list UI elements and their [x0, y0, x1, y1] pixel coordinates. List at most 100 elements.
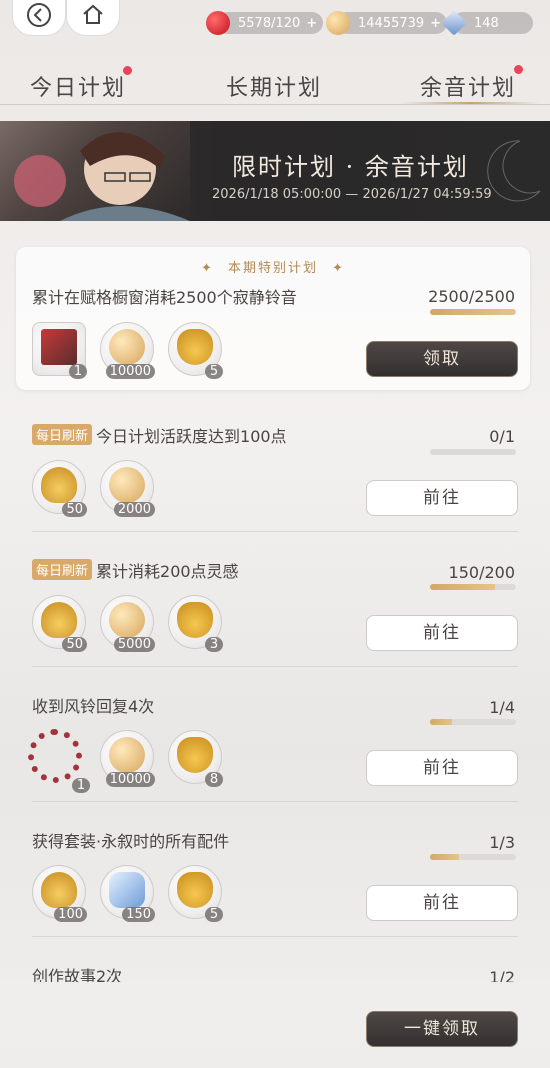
- reward-count: 1: [72, 778, 90, 793]
- tab-daily-label: 今日计划: [30, 76, 127, 101]
- daily-refresh-tag: 每日刷新: [32, 424, 93, 445]
- event-banner: 限时计划 · 余音计划 2026/1/18 05:00:00 — 2026/1/…: [0, 121, 550, 221]
- tab-long-term-label: 长期计划: [226, 76, 323, 101]
- reward-coin[interactable]: 10000: [100, 730, 155, 787]
- gold-coin-icon: [326, 11, 350, 35]
- special-header: ✦ 本期特别计划 ✦: [16, 257, 530, 276]
- reward-coin[interactable]: 2000: [100, 460, 155, 517]
- tab-divider: [0, 104, 550, 105]
- reward-bottle[interactable]: 5: [168, 322, 223, 379]
- divider: [32, 801, 518, 802]
- resource-coin[interactable]: 14455739 +: [326, 10, 448, 36]
- gold-coin-icon: [109, 737, 145, 773]
- task-progress-text: 1/4: [489, 698, 515, 717]
- resource-crystal[interactable]: 148: [441, 10, 533, 36]
- go-button[interactable]: 前往: [366, 885, 518, 921]
- notification-dot: [123, 66, 132, 75]
- claim-all-button[interactable]: 一键领取: [366, 1011, 518, 1047]
- task-progress-bar: [430, 854, 516, 860]
- character-portrait: [0, 121, 190, 221]
- reward-bottle[interactable]: 3: [168, 595, 223, 652]
- reward-count: 5: [205, 364, 223, 379]
- star-icon: ✦: [332, 261, 346, 276]
- reward-coin[interactable]: 5000: [100, 595, 155, 652]
- task-title: 收到风铃回复4次: [32, 693, 154, 717]
- claim-button[interactable]: 领取: [366, 341, 518, 377]
- card-icon: [41, 329, 77, 365]
- task-title: 每日刷新 今日计划活跃度达到100点: [32, 423, 287, 447]
- back-arrow-icon: [27, 3, 51, 27]
- home-button[interactable]: [66, 0, 120, 36]
- tab-daily[interactable]: 今日计划: [30, 70, 126, 102]
- bell-icon: [41, 872, 77, 908]
- gold-bottle-icon: [177, 602, 213, 638]
- bell-icon: [41, 467, 77, 503]
- task-progress-bar: [430, 449, 516, 455]
- reward-count: 2000: [113, 502, 155, 517]
- task-title-label: 今日计划活跃度达到100点: [96, 427, 287, 446]
- task-title-label: 获得套装·永叙时的所有配件: [32, 832, 230, 851]
- reward-bell[interactable]: 100: [32, 865, 87, 922]
- notification-dot: [514, 65, 523, 74]
- star-icon: ✦: [200, 261, 214, 276]
- reward-count: 1: [69, 364, 87, 379]
- task-progress-text: 0/1: [489, 427, 515, 446]
- task-title-label: 累计消耗200点灵感: [96, 562, 239, 581]
- task-title: 获得套装·永叙时的所有配件: [32, 828, 229, 852]
- reward-blue-crystal[interactable]: 150: [100, 865, 155, 922]
- tab-long-term[interactable]: 长期计划: [226, 70, 322, 102]
- go-button[interactable]: 前往: [366, 750, 518, 786]
- special-progress-bar: [430, 309, 516, 315]
- gold-coin-icon: [109, 467, 145, 503]
- wreath-icon: [28, 729, 82, 783]
- reward-count: 3: [205, 637, 223, 652]
- resource-apple-value: 5578/120: [238, 15, 301, 31]
- reward-count: 10000: [105, 772, 155, 787]
- tab-echo-label: 余音计划: [420, 76, 517, 101]
- divider: [32, 666, 518, 667]
- special-progress-text: 2500/2500: [428, 287, 515, 306]
- reward-coin[interactable]: 10000: [100, 322, 155, 379]
- gold-coin-icon: [109, 329, 145, 365]
- special-title: 累计在赋格橱窗消耗2500个寂静铃音: [32, 288, 297, 307]
- reward-count: 5000: [113, 637, 155, 652]
- banner-title: 限时计划 · 余音计划: [232, 153, 469, 181]
- divider: [32, 936, 518, 937]
- gold-bottle-icon: [177, 737, 213, 773]
- gold-bottle-icon: [177, 872, 213, 908]
- gold-coin-icon: [109, 602, 145, 638]
- reward-card[interactable]: 1: [32, 322, 87, 379]
- reward-count: 50: [62, 502, 87, 517]
- divider: [32, 531, 518, 532]
- resource-coin-value: 14455739: [358, 15, 425, 31]
- task-progress-bar: [430, 584, 516, 590]
- task-title: 每日刷新 累计消耗200点灵感: [32, 558, 239, 582]
- plus-icon[interactable]: +: [306, 16, 317, 31]
- home-icon: [83, 4, 103, 24]
- blue-crystal-icon: [109, 872, 145, 908]
- back-button[interactable]: [12, 0, 66, 36]
- task-progress-bar: [430, 719, 516, 725]
- plus-icon[interactable]: +: [430, 16, 441, 31]
- reward-bottle[interactable]: 8: [168, 730, 223, 787]
- reward-count: 150: [122, 907, 155, 922]
- reward-count: 8: [205, 772, 223, 787]
- gold-bottle-icon: [177, 329, 213, 365]
- task-title-label: 收到风铃回复4次: [32, 697, 155, 716]
- go-button[interactable]: 前往: [366, 480, 518, 516]
- tab-echo[interactable]: 余音计划: [420, 70, 516, 102]
- moon-decoration-icon: [487, 140, 541, 202]
- bell-icon: [41, 602, 77, 638]
- red-apple-icon: [206, 11, 230, 35]
- reward-bottle[interactable]: 5: [168, 865, 223, 922]
- reward-count: 100: [54, 907, 87, 922]
- task-progress-text: 150/200: [448, 563, 515, 582]
- resource-apple[interactable]: 5578/120 +: [206, 10, 324, 36]
- reward-count: 50: [62, 637, 87, 652]
- banner-period: 2026/1/18 05:00:00 — 2026/1/27 04:59:59: [212, 187, 492, 202]
- reward-bell[interactable]: 50: [32, 460, 87, 517]
- go-button[interactable]: 前往: [366, 615, 518, 651]
- reward-bell[interactable]: 50: [32, 595, 87, 652]
- reward-wreath[interactable]: 1: [26, 727, 90, 793]
- task-progress-text: 1/3: [489, 833, 515, 852]
